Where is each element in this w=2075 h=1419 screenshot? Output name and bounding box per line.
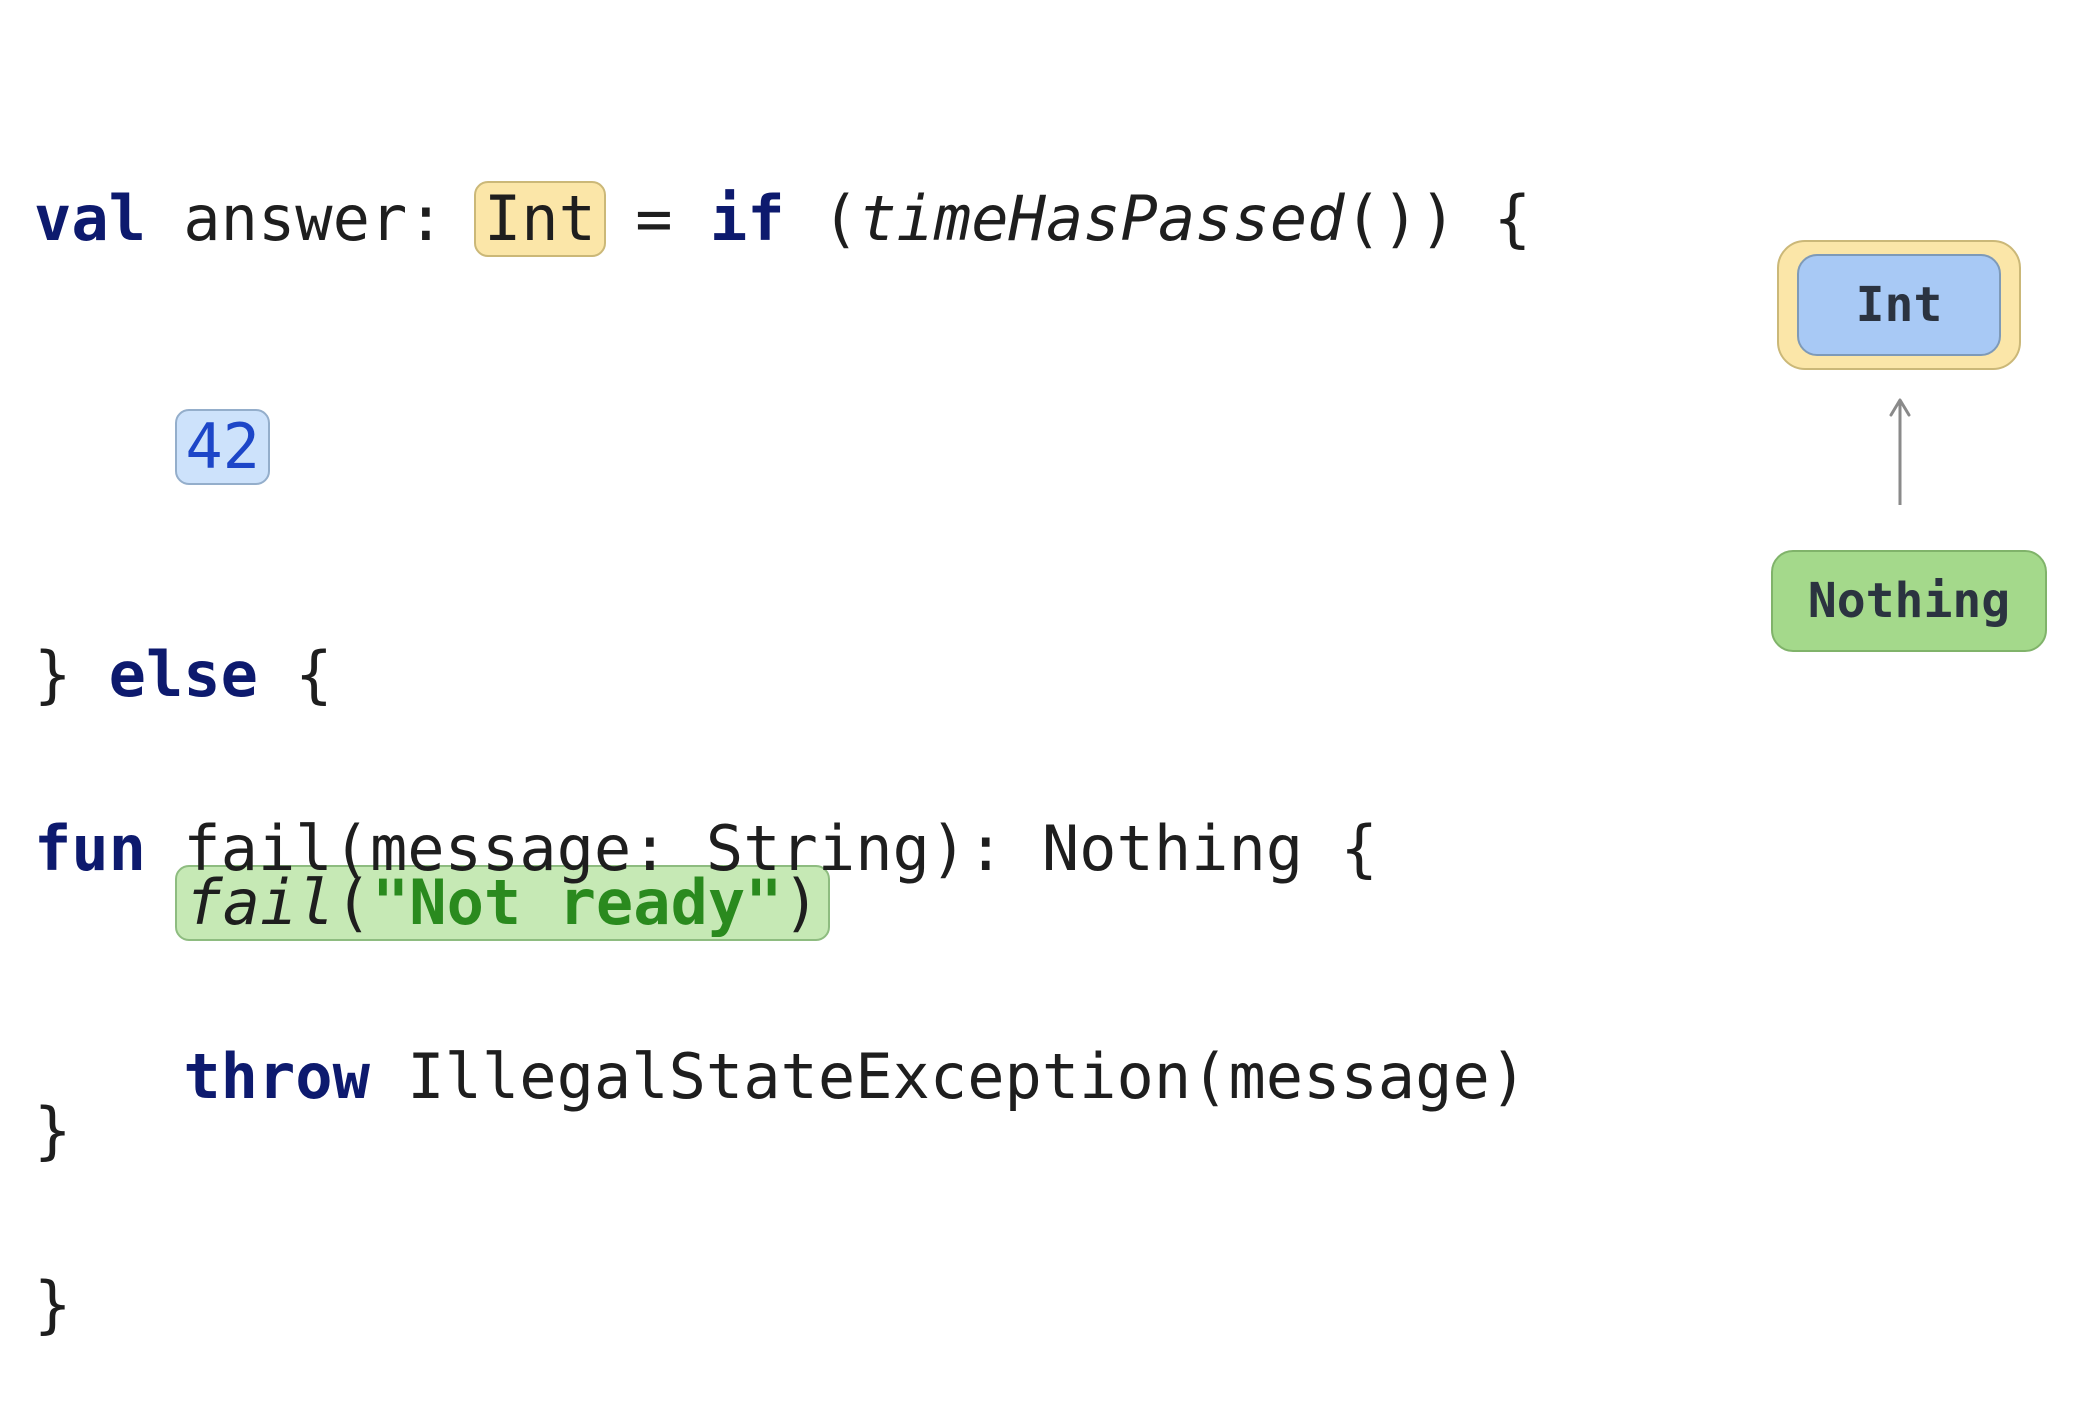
condition-call: timeHasPassed <box>859 182 1345 255</box>
code-line-throw: throw IllegalStateException(message) <box>34 1039 1527 1115</box>
number-literal-highlight: 42 <box>175 409 270 485</box>
code-line-1: val answer: Int = if (timeHasPassed()) { <box>34 181 1531 257</box>
closing-brace: } <box>34 1268 72 1341</box>
keyword-if: if <box>709 182 785 255</box>
int-type-box: Int <box>1797 254 2001 356</box>
int-type-highlight: Int <box>473 181 606 257</box>
variable-declaration: answer: <box>145 182 482 255</box>
keyword-val: val <box>34 182 146 255</box>
keyword-throw: throw <box>183 1040 370 1113</box>
code-line-2: 42 <box>34 409 1531 485</box>
code-line-fun: fun fail(message: String): Nothing { <box>34 811 1527 887</box>
assign-operator: = <box>597 182 710 255</box>
nothing-type-box: Nothing <box>1771 550 2047 652</box>
code-block-fail-function: fun fail(message: String): Nothing { thr… <box>34 659 1527 1419</box>
keyword-fun: fun <box>34 812 146 885</box>
code-line-close: } <box>34 1267 1527 1343</box>
condition-close: ()) { <box>1344 182 1532 255</box>
function-signature: fail(message: String): Nothing { <box>145 812 1378 885</box>
exception-construction: IllegalStateException(message) <box>369 1040 1528 1113</box>
condition-open-paren: ( <box>784 182 860 255</box>
up-arrow-icon <box>1889 398 1911 505</box>
